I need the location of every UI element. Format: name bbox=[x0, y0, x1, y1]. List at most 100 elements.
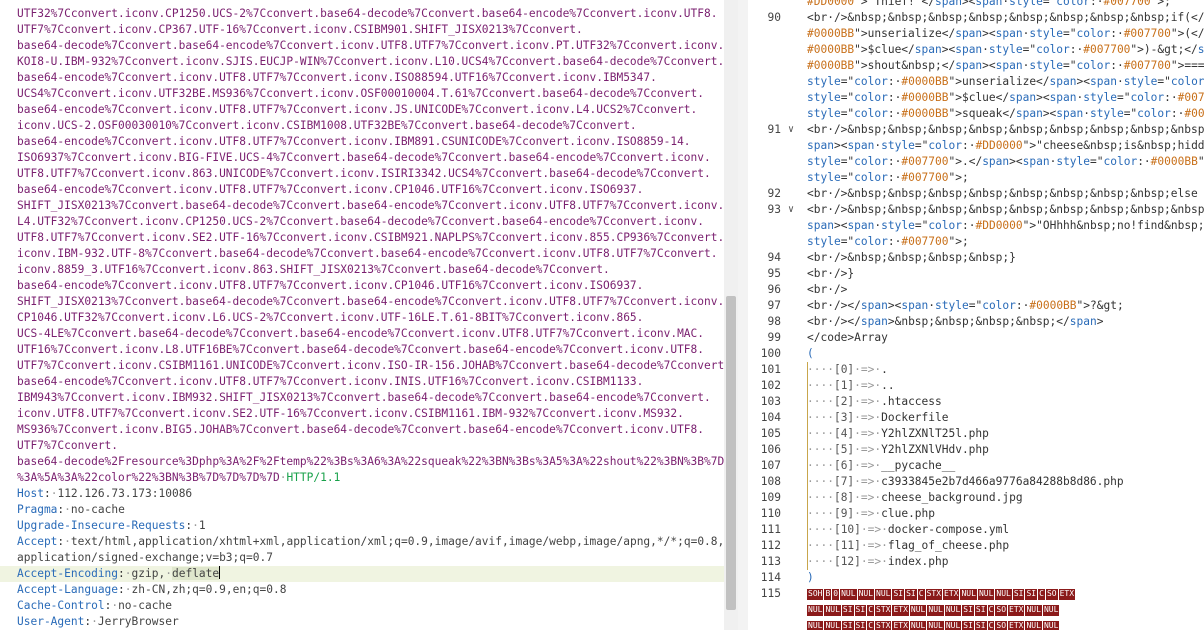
code-text: ····[2]·=>·.htaccess bbox=[807, 395, 942, 408]
header-line[interactable]: Cache-Control:·no-cache bbox=[17, 598, 172, 614]
code-text: ····[10]·=>·docker-compose.yml bbox=[807, 523, 1010, 536]
code-line[interactable]: 105 ····[4]·=>·Y2hlZXNlT25l.php bbox=[748, 426, 1204, 442]
code-line[interactable]: #0000BB">$clue</span><span·style="color:… bbox=[748, 42, 1204, 58]
control-char-glyph: NUL bbox=[927, 621, 944, 630]
code-line[interactable]: 102 ····[1]·=>·.. bbox=[748, 378, 1204, 394]
control-char-glyph: SI bbox=[1012, 589, 1025, 600]
code-line[interactable]: #DD0000">"Thief!"</span><span·style="col… bbox=[748, 0, 1204, 10]
line-number: 96 bbox=[767, 283, 781, 296]
code-line[interactable]: 104 ····[3]·=>·Dockerfile bbox=[748, 410, 1204, 426]
scrollbar-thumb[interactable] bbox=[726, 296, 736, 610]
code-text: ····[12]·=>·index.php bbox=[807, 555, 949, 568]
request-url-segment: base64-decode%7Cconvert.base64-encode%7C… bbox=[17, 39, 724, 52]
response-viewer-pane[interactable]: #DD0000">"Thief!"</span><span·style="col… bbox=[748, 0, 1204, 630]
request-line-text: UCS4%7Cconvert.iconv.UTF32BE.MS936%7Ccon… bbox=[17, 86, 704, 102]
code-line[interactable]: 115 SOH B 0 NUL NUL NUL SI SI C STX ETX NUL NUL NUL SI S… bbox=[748, 586, 1204, 602]
header-line[interactable]: Upgrade-Insecure-Requests:·1 bbox=[17, 518, 206, 534]
code-text: span><span·style="color:·#DD0000">"chees… bbox=[807, 139, 1204, 152]
code-line[interactable]: 94 <br·/>&nbsp;&nbsp;&nbsp;&nbsp;} bbox=[748, 250, 1204, 266]
pane-splitter[interactable] bbox=[738, 0, 748, 630]
header-line[interactable]: User-Agent:·JerryBrowser bbox=[17, 614, 179, 630]
header-line[interactable]: Pragma:·no-cache bbox=[17, 502, 125, 518]
code-line[interactable]: style="color:·#007700">.</span><span·sty… bbox=[748, 154, 1204, 170]
code-line[interactable]: 107 ····[6]·=>·__pycache__ bbox=[748, 458, 1204, 474]
control-char-glyph: STX bbox=[925, 589, 943, 600]
header-value-selected: deflate bbox=[171, 567, 220, 580]
code-line[interactable]: 91 ∨ <br·/>&nbsp;&nbsp;&nbsp;&nbsp;&nbsp;&… bbox=[748, 122, 1204, 138]
line-number: 91 bbox=[767, 123, 781, 136]
code-line[interactable]: 110 ····[9]·=>·clue.php bbox=[748, 506, 1204, 522]
header-name: Host bbox=[17, 487, 44, 500]
control-char-glyph: SI bbox=[905, 589, 917, 600]
header-name: Accept-Language bbox=[17, 583, 119, 596]
code-line[interactable]: 93 ∨ <br·/>&nbsp;&nbsp;&nbsp;&nbsp;&nbsp;&… bbox=[748, 202, 1204, 218]
code-text: ) bbox=[807, 571, 814, 584]
code-line[interactable]: 100 ( bbox=[748, 346, 1204, 362]
request-line-text: CP1046.UTF32%7Cconvert.iconv.L6.UCS-2%7C… bbox=[17, 310, 643, 326]
code-line[interactable]: 101 ····[0]·=>·. bbox=[748, 362, 1204, 378]
code-text: style="color:·#0000BB">unserialize</span… bbox=[807, 75, 1204, 88]
header-name: Upgrade-Insecure-Requests bbox=[17, 519, 186, 532]
code-line[interactable]: 95 <br·/>} bbox=[748, 266, 1204, 282]
control-char-glyph: 0 bbox=[832, 589, 840, 600]
request-line-text: UTF7%7Cconvert.iconv.CSIBM1161.UNICODE%7… bbox=[17, 358, 724, 374]
request-editor-pane[interactable]: UTF32%7Cconvert.iconv.CP1250.UCS-2%7Ccon… bbox=[0, 0, 724, 630]
code-line[interactable]: #0000BB">shout&nbsp;</span><span·style="… bbox=[748, 58, 1204, 74]
code-line[interactable]: 103 ····[2]·=>·.htaccess bbox=[748, 394, 1204, 410]
line-number: 100 bbox=[760, 347, 781, 360]
code-line[interactable]: span><span·style="color:·#DD0000">"OHhhh… bbox=[748, 218, 1204, 234]
control-char-glyph: NUL bbox=[840, 589, 857, 600]
code-line[interactable]: style="color:·#0000BB">$clue</span><span… bbox=[748, 90, 1204, 106]
header-line[interactable]: application/signed-exchange;v=b3;q=0.7 bbox=[17, 550, 273, 566]
code-line[interactable]: 99 </code>Array bbox=[748, 330, 1204, 346]
code-text: <br·/>&nbsp;&nbsp;&nbsp;&nbsp;} bbox=[807, 251, 1016, 264]
code-line[interactable]: 111 ····[10]·=>·docker-compose.yml bbox=[748, 522, 1204, 538]
line-number: 110 bbox=[760, 507, 781, 520]
line-number: 90 bbox=[767, 11, 781, 24]
request-url-segment: ISO6937%7Cconvert.iconv.BIG-FIVE.UCS-4%7… bbox=[17, 151, 711, 164]
code-line[interactable]: 96 <br·/> bbox=[748, 282, 1204, 298]
code-line[interactable]: 92 <br·/>&nbsp;&nbsp;&nbsp;&nbsp;&nbsp;&n… bbox=[748, 186, 1204, 202]
header-line[interactable]: Accept-Language:·zh-CN,zh;q=0.9,en;q=0.8 bbox=[17, 582, 286, 598]
header-value: no-cache bbox=[70, 503, 125, 516]
code-line[interactable]: 106 ····[5]·=>·Y2hlZXNlVHdv.php bbox=[748, 442, 1204, 458]
line-number: 109 bbox=[760, 491, 781, 504]
line-number: 92 bbox=[767, 187, 781, 200]
control-char-glyph: NUL bbox=[807, 621, 824, 630]
code-line[interactable]: 113 ····[12]·=>·index.php bbox=[748, 554, 1204, 570]
header-line[interactable]: Accept-Encoding:·gzip,·deflate bbox=[17, 566, 221, 582]
fold-chevron-icon[interactable]: ∨ bbox=[788, 202, 794, 218]
control-char-glyph: NUL bbox=[824, 621, 841, 630]
control-char-glyph: ETX bbox=[1008, 621, 1025, 630]
header-line[interactable]: Host:·112.126.73.173:10086 bbox=[17, 486, 192, 502]
request-line-text: base64-encode%7Cconvert.iconv.UTF8.UTF7%… bbox=[17, 182, 643, 198]
code-line[interactable]: 98 <br·/></span>&nbsp;&nbsp;&nbsp;&nbsp;<… bbox=[748, 314, 1204, 330]
line-number: 97 bbox=[767, 299, 781, 312]
request-line-text: base64-decode%7Cconvert.base64-encode%7C… bbox=[17, 38, 724, 54]
code-line[interactable]: 109 ····[8]·=>·cheese_background.jpg bbox=[748, 490, 1204, 506]
code-line[interactable]: span><span·style="color:·#DD0000">"chees… bbox=[748, 138, 1204, 154]
code-line[interactable]: style="color:·#007700">; bbox=[748, 234, 1204, 250]
code-text: ····[11]·=>·flag_of_cheese.php bbox=[807, 539, 1010, 552]
control-char-glyph: C bbox=[867, 621, 875, 630]
control-char-glyph: C bbox=[1038, 589, 1045, 600]
control-char-glyph: NUL bbox=[824, 605, 841, 616]
code-line[interactable]: 108 ····[7]·=>·c3933845e2b7d466a9776a8428… bbox=[748, 474, 1204, 490]
request-editor-scrollbar[interactable] bbox=[724, 0, 738, 630]
code-line[interactable]: #0000BB">unserialize</span><span·style="… bbox=[748, 26, 1204, 42]
code-line[interactable]: style="color:·#0000BB">unserialize</span… bbox=[748, 74, 1204, 90]
code-text: style="color:·#007700">; bbox=[807, 235, 969, 248]
code-line[interactable]: 97 <br·/></span><span·style="color:·#0000… bbox=[748, 298, 1204, 314]
text-cursor bbox=[219, 566, 221, 579]
code-line[interactable]: 112 ····[11]·=>·flag_of_cheese.php bbox=[748, 538, 1204, 554]
code-line[interactable]: 90 <br·/>&nbsp;&nbsp;&nbsp;&nbsp;&nbsp;&n… bbox=[748, 10, 1204, 26]
request-url-segment: UTF7%7Cconvert.iconv.CSIBM1161.UNICODE%7… bbox=[17, 359, 724, 372]
request-url-segment: UTF16%7Cconvert.iconv.L8.UTF16BE%7Cconve… bbox=[17, 343, 705, 356]
code-line[interactable]: style="color:·#0000BB">squeak</span><spa… bbox=[748, 106, 1204, 122]
code-line[interactable]: 114) bbox=[748, 570, 1204, 586]
code-line[interactable]: style="color:·#007700">; bbox=[748, 170, 1204, 186]
request-line-text: UTF8.UTF7%7Cconvert.iconv.SE2.UTF-16%7Cc… bbox=[17, 230, 724, 246]
fold-chevron-icon[interactable]: ∨ bbox=[788, 122, 794, 138]
header-line[interactable]: Accept:·text/html,application/xhtml+xml,… bbox=[17, 534, 724, 550]
request-line-text: base64-encode%7Cconvert.iconv.UTF8.UTF7%… bbox=[17, 134, 691, 150]
